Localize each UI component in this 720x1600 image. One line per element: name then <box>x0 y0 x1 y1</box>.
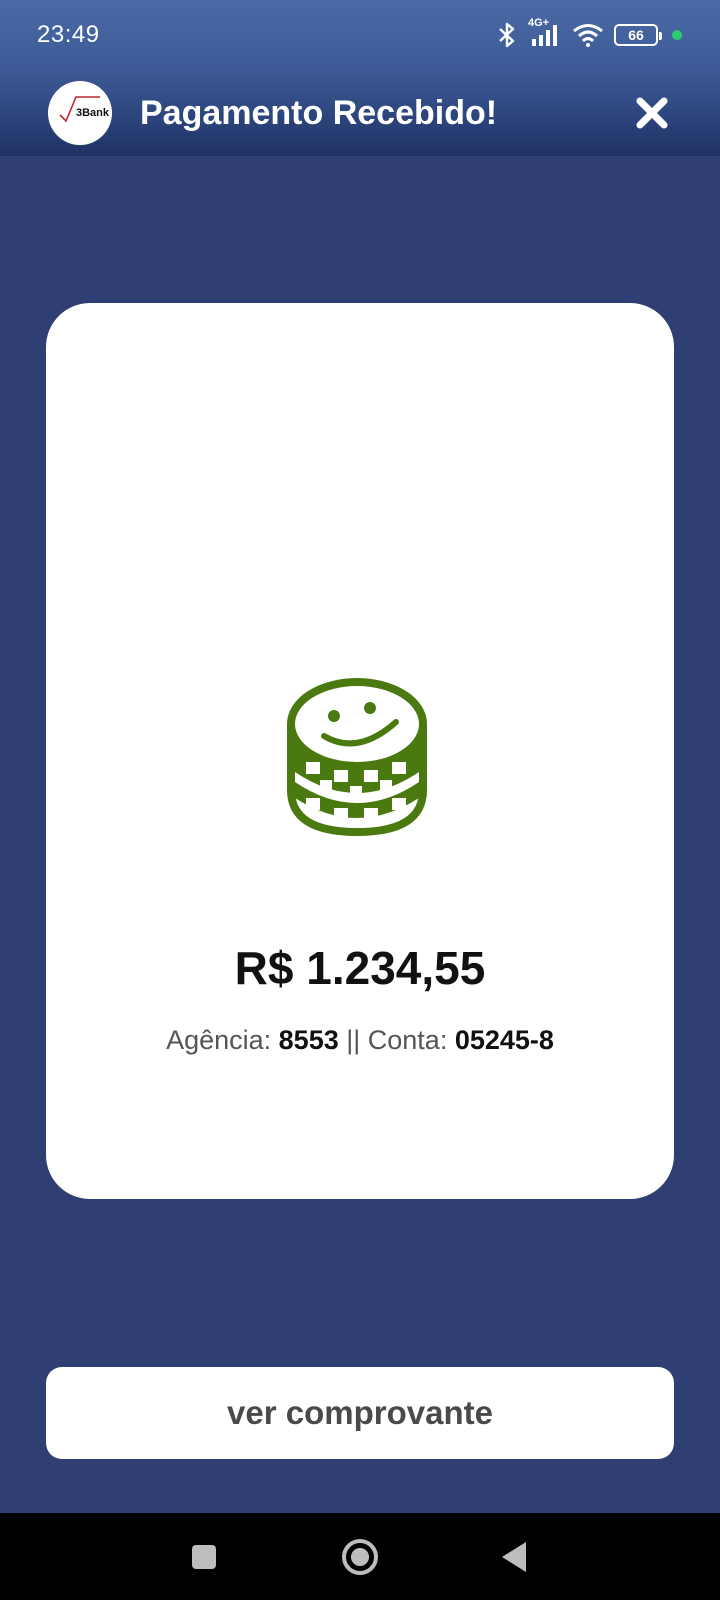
logo-text: 3Bank <box>76 107 110 119</box>
separator: || <box>338 1025 368 1055</box>
wifi-icon <box>572 23 604 47</box>
agency-label: Agência: <box>166 1025 279 1055</box>
bluetooth-icon <box>496 22 518 48</box>
network-type-label: 4G+ <box>528 17 550 29</box>
system-nav-bar <box>0 1513 720 1600</box>
account-value: 05245-8 <box>454 1025 554 1055</box>
account-label: Conta: <box>367 1025 455 1055</box>
bank-logo: 3Bank <box>48 81 112 145</box>
view-receipt-button[interactable]: ver comprovante <box>46 1367 674 1459</box>
account-info: Agência: 8553 || Conta: 05245-8 <box>46 1025 674 1056</box>
close-button[interactable] <box>632 93 672 133</box>
chips-stack-icon <box>284 678 430 843</box>
status-icons: 4G+ 66 <box>496 17 682 48</box>
status-dot <box>672 30 682 40</box>
back-button[interactable] <box>500 1540 528 1579</box>
home-button[interactable] <box>341 1538 379 1581</box>
recents-button[interactable] <box>190 1543 218 1576</box>
recents-icon <box>192 1545 216 1569</box>
agency-value: 8553 <box>278 1025 339 1055</box>
signal-icon: 4G+ <box>528 17 562 47</box>
header-row: 3Bank Pagamento Recebido! <box>0 70 720 156</box>
payment-card: R$ 1.234,55 Agência: 8553 || Conta: 0524… <box>46 303 674 1199</box>
status-bar: 23:49 4G+ 66 <box>0 0 720 70</box>
status-time: 23:49 <box>37 21 100 48</box>
battery-icon: 66 <box>614 24 662 46</box>
battery-level: 66 <box>628 27 644 43</box>
home-icon <box>342 1539 378 1575</box>
close-icon <box>636 97 668 129</box>
payment-amount: R$ 1.234,55 <box>234 942 486 994</box>
page-title: Pagamento Recebido! <box>140 93 498 132</box>
back-icon <box>502 1542 526 1572</box>
